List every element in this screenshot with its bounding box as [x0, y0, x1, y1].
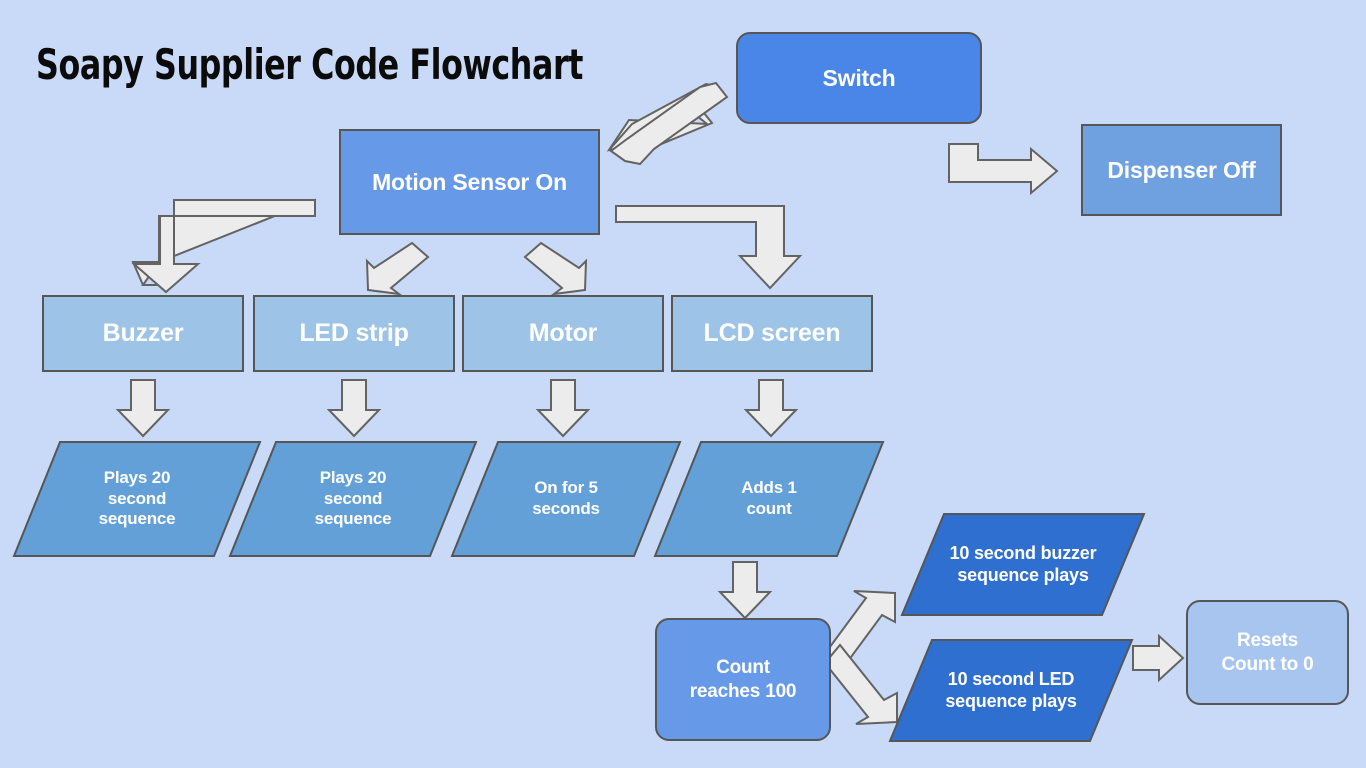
connector-switch-to-motion-sensor-shaft: [609, 81, 729, 166]
connector-adds-1-count-to-count-reaches-100: [717, 561, 773, 620]
node-10-second-led-sequence-plays[interactable]: 10 second LED sequence plays: [888, 638, 1134, 743]
node-count-reaches-100[interactable]: Count reaches 100: [655, 618, 831, 741]
connector-count-to-buzzer-10-second: [822, 590, 896, 674]
connector-lcd-screen-to-adds-1-count: [743, 379, 799, 438]
flowchart-canvas: Soapy Supplier Code Flowchart Switch Dis…: [0, 0, 1366, 768]
node-label: Adds 1 count: [741, 478, 797, 518]
node-buzzer[interactable]: Buzzer: [42, 295, 244, 372]
node-motion-sensor-on[interactable]: Motion Sensor On: [339, 129, 600, 235]
node-motor[interactable]: Motor: [462, 295, 664, 372]
connector-motion-sensor-to-buzzer: [131, 198, 316, 294]
node-label: Plays 20 second sequence: [314, 467, 392, 529]
node-plays-20-second-sequence-led[interactable]: Plays 20 second sequence: [228, 440, 478, 558]
node-10-second-buzzer-sequence-plays[interactable]: 10 second buzzer sequence plays: [900, 512, 1146, 617]
connector-motion-sensor-to-led-strip: [365, 241, 430, 296]
node-label: 10 second LED sequence plays: [945, 668, 1077, 711]
node-label: Plays 20 second sequence: [98, 467, 176, 529]
connector-motion-sensor-to-lcd-screen: [615, 205, 803, 290]
connector-motion-sensor-to-motor: [523, 241, 588, 296]
connector-motor-to-on-for-5: [535, 379, 591, 438]
connector-switch-to-motion-sensor: [606, 82, 722, 160]
page-title: Soapy Supplier Code Flowchart: [36, 40, 583, 89]
node-resets-count-to-0[interactable]: Resets Count to 0: [1186, 600, 1349, 705]
node-dispenser-off[interactable]: Dispenser Off: [1081, 124, 1282, 216]
connector-led-strip-to-plays-20: [326, 379, 382, 438]
node-led-strip[interactable]: LED strip: [253, 295, 455, 372]
node-lcd-screen[interactable]: LCD screen: [671, 295, 873, 372]
connector-buzzer-to-plays-20: [115, 379, 171, 438]
node-on-for-5-seconds[interactable]: On for 5 seconds: [450, 440, 682, 558]
node-adds-1-count[interactable]: Adds 1 count: [653, 440, 885, 558]
node-label: On for 5 seconds: [532, 478, 600, 518]
node-switch[interactable]: Switch: [736, 32, 982, 124]
connector-led-10-second-to-resets-count: [1132, 633, 1185, 683]
node-label: 10 second buzzer sequence plays: [949, 542, 1097, 585]
connector-switch-to-dispenser-off: [948, 143, 1059, 196]
connector-count-to-led-10-second: [823, 643, 898, 725]
node-plays-20-second-sequence-buzzer[interactable]: Plays 20 second sequence: [12, 440, 262, 558]
